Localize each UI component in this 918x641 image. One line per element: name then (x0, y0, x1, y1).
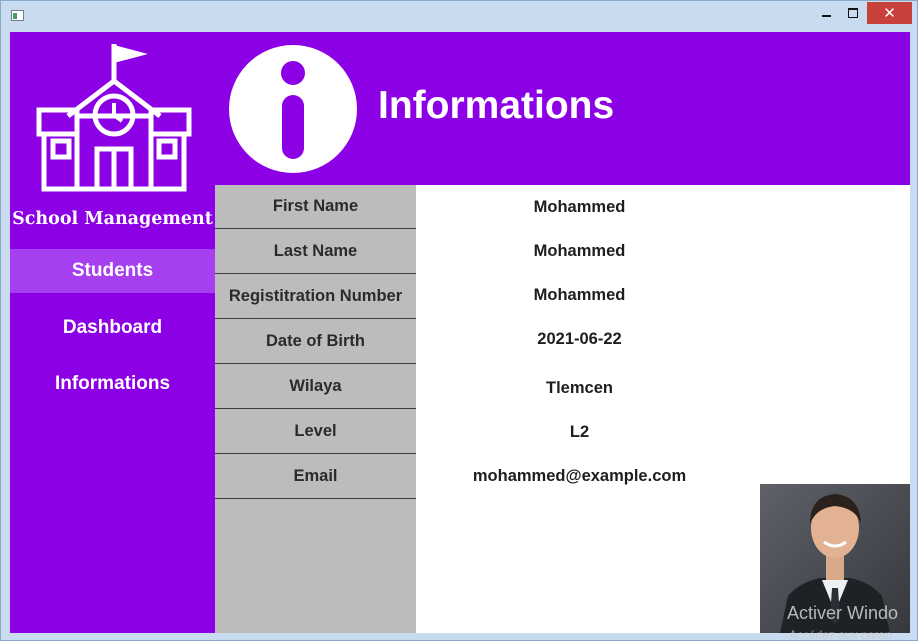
label-first-name: First Name (215, 185, 416, 229)
label-last-name: Last Name (215, 230, 416, 274)
label-date-of-birth: Date of Birth (215, 320, 416, 364)
page-header: Informations (215, 32, 910, 185)
label-email: Email (215, 455, 416, 499)
close-button[interactable]: ✕ (867, 2, 912, 24)
label-registration-number: Registitration Number (215, 275, 416, 319)
value-date-of-birth: 2021-06-22 (537, 329, 622, 348)
sidebar-item-dashboard[interactable]: Dashboard (10, 306, 215, 350)
label-level: Level (215, 410, 416, 454)
value-email: mohammed@example.com (472, 466, 687, 485)
school-building-icon (36, 44, 192, 192)
value-wilaya: Tlemcen (546, 378, 613, 397)
minimize-button[interactable] (813, 2, 839, 24)
student-details: First Name Last Name Registitration Numb… (215, 185, 910, 633)
sidebar-item-label: Students (71, 260, 154, 281)
value-first-name: Mohammed (533, 197, 626, 216)
app-title: School Management (12, 209, 213, 229)
label-column: First Name Last Name Registitration Numb… (215, 185, 416, 633)
info-icon (229, 45, 357, 173)
close-icon: ✕ (883, 5, 896, 22)
maximize-icon (848, 8, 858, 18)
minimize-icon (821, 15, 831, 17)
page-title: Informations (378, 84, 615, 127)
value-level: L2 (569, 422, 590, 441)
sidebar: School Management Students Dashboard Inf… (10, 32, 215, 633)
label-wilaya: Wilaya (215, 365, 416, 409)
sidebar-item-label: Informations (54, 373, 171, 394)
value-registration-number: Mohammed (533, 285, 626, 304)
activation-watermark: Activer Windo (787, 603, 899, 623)
title-bar[interactable]: ✕ (1, 1, 917, 31)
maximize-button[interactable] (840, 2, 866, 24)
app-window: ✕ School Management Students Dashboard I… (0, 0, 918, 641)
app-icon (11, 10, 24, 21)
value-last-name: Mohammed (533, 241, 626, 260)
app-client-area: School Management Students Dashboard Inf… (10, 32, 910, 633)
sidebar-item-informations[interactable]: Informations (10, 362, 215, 406)
sidebar-item-students[interactable]: Students (10, 249, 215, 293)
sidebar-item-label: Dashboard (62, 317, 163, 338)
activation-watermark-subtext: Accédez aux paran (789, 628, 892, 640)
